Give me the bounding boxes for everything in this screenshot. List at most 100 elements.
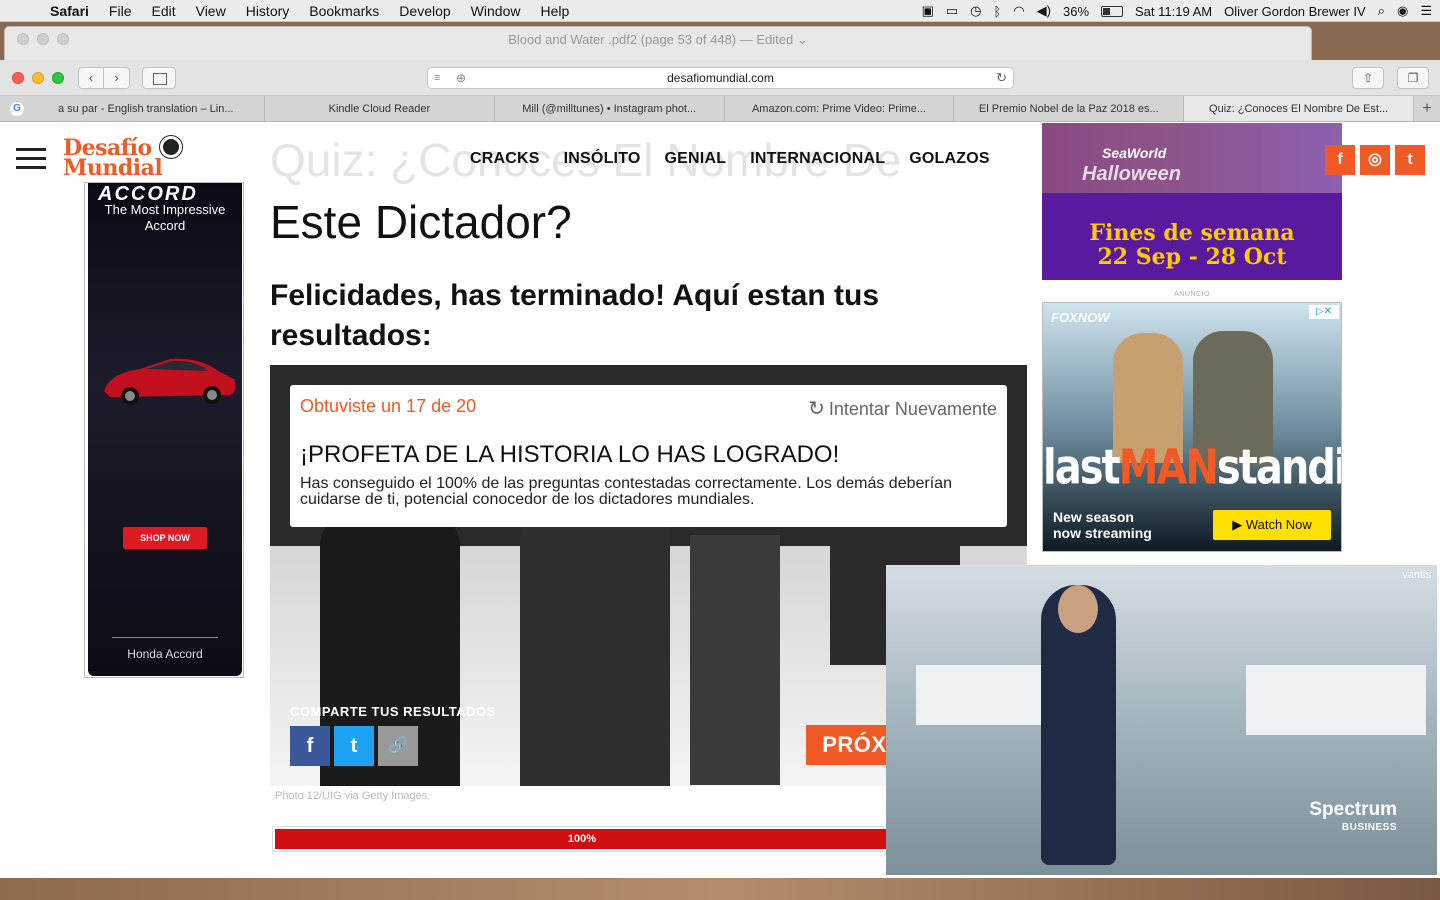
tab-instagram[interactable]: Mill (@milltunes) • Instagram phot... xyxy=(495,96,725,121)
share-facebook-icon[interactable]: f xyxy=(290,726,330,766)
result-description: Has conseguido el 100% de las preguntas … xyxy=(300,475,952,508)
desktop-background xyxy=(0,878,1440,900)
retry-button[interactable]: ↻ Intentar Nuevamente xyxy=(808,396,997,421)
shop-now-button[interactable]: SHOP NOW xyxy=(123,527,207,549)
share-button[interactable]: ⇧ xyxy=(1352,67,1384,89)
foxnow-ad[interactable]: FOXNOW ▷✕ lastMANstanding New seasonnow … xyxy=(1042,302,1342,552)
show-title: lastMANstanding xyxy=(1043,440,1342,496)
siri-icon[interactable]: ◉ xyxy=(1397,3,1408,19)
ad-label: ANUNCIO xyxy=(1174,291,1210,298)
video-source-logo: vantis xyxy=(1402,569,1431,581)
nav-golazos[interactable]: GOLAZOS xyxy=(909,150,990,168)
menu-edit[interactable]: Edit xyxy=(141,3,185,19)
seaworld-line2: 22 Sep - 28 Oct xyxy=(1097,244,1287,270)
volume-icon[interactable]: ◀) xyxy=(1037,3,1051,19)
address-bar[interactable]: ≡ ⊕ desafiomundial.com ↻ xyxy=(427,67,1014,89)
minimize-window-button[interactable] xyxy=(32,72,44,84)
tab-quiz-active[interactable]: Quiz: ¿Conoces El Nombre De Est... xyxy=(1184,96,1414,121)
nav-genial[interactable]: GENIAL xyxy=(665,150,727,168)
wifi-icon[interactable]: ◠ xyxy=(1013,3,1024,19)
history-nav: ‹ › xyxy=(78,67,130,89)
menu-develop[interactable]: Develop xyxy=(389,3,460,19)
forward-button[interactable]: › xyxy=(104,67,130,89)
menu-history[interactable]: History xyxy=(236,3,300,19)
reload-icon[interactable]: ↻ xyxy=(996,68,1007,88)
tab-linguee[interactable]: G a su par - English translation – Lin..… xyxy=(0,96,265,121)
web-page: Quiz: ¿Conoces El Nombre De Desafío Mund… xyxy=(0,123,1440,878)
time-machine-icon[interactable]: ◷ xyxy=(970,3,981,19)
tab-overview-button[interactable]: ❐ xyxy=(1397,67,1429,89)
score-text: Obtuviste un 17 de 20 xyxy=(300,396,477,416)
share-buttons: f t 🔗 xyxy=(290,726,418,766)
safari-toolbar: ‹ › ≡ ⊕ desafiomundial.com ↻ ⇧ ❐ xyxy=(0,60,1440,96)
menubar-status-area: ▣ ▭ ◷ ᛒ ◠ ◀) 36% Sat 11:19 AM Oliver Gor… xyxy=(922,0,1432,22)
nav-internacional[interactable]: INTERNACIONAL xyxy=(750,150,885,168)
share-label: COMPARTE TUS RESULTADOS xyxy=(290,704,496,719)
menu-file[interactable]: File xyxy=(99,3,142,19)
menu-hamburger-icon[interactable] xyxy=(16,148,46,175)
menu-view[interactable]: View xyxy=(186,3,236,19)
spectrum-logo: Spectrum BUSINESS xyxy=(1309,799,1397,833)
bluetooth-icon[interactable]: ᛒ xyxy=(994,4,1002,19)
safari-window: ‹ › ≡ ⊕ desafiomundial.com ↻ ⇧ ❐ G a su … xyxy=(0,60,1440,878)
mac-menubar: Safari File Edit View History Bookmarks … xyxy=(0,0,1440,22)
red-car-image xyxy=(104,358,236,405)
seaworld-line1: Fines de semana xyxy=(1089,220,1295,246)
menu-bookmarks[interactable]: Bookmarks xyxy=(299,3,389,19)
new-tab-button[interactable]: + xyxy=(1414,96,1440,121)
zoom-window-button[interactable] xyxy=(52,72,64,84)
main-nav: CRACKS INSÓLITO GENIAL INTERNACIONAL GOL… xyxy=(470,150,990,168)
close-window-button[interactable] xyxy=(12,72,24,84)
video-ad-player[interactable]: vantis Spectrum BUSINESS xyxy=(886,565,1437,875)
tab-nobel[interactable]: El Premio Nobel de la Paz 2018 es... xyxy=(954,96,1185,121)
clock[interactable]: Sat 11:19 AM xyxy=(1135,4,1212,19)
preview-window-title[interactable]: Blood and Water .pdf2 (page 53 of 448) —… xyxy=(5,32,1311,48)
instagram-icon[interactable]: ◎ xyxy=(1360,145,1390,175)
notification-center-icon[interactable]: ☰ xyxy=(1420,3,1432,19)
google-icon: G xyxy=(10,102,24,116)
quiz-progress-bar: 100% xyxy=(272,826,892,852)
article-title: Este Dictador? xyxy=(270,196,572,248)
menu-window[interactable]: Window xyxy=(461,3,531,19)
sidebar-toggle-button[interactable] xyxy=(142,67,176,89)
seaworld-event: Halloween xyxy=(1082,163,1181,185)
retry-icon: ↻ xyxy=(808,398,825,420)
share-twitter-icon[interactable]: t xyxy=(334,726,374,766)
window-controls xyxy=(12,72,64,84)
menu-safari[interactable]: Safari xyxy=(40,3,99,19)
tab-amazon[interactable]: Amazon.com: Prime Video: Prime... xyxy=(725,96,955,121)
battery-icon[interactable] xyxy=(1101,5,1124,17)
nav-cracks[interactable]: CRACKS xyxy=(470,150,540,168)
share-link-icon[interactable]: 🔗 xyxy=(378,726,418,766)
tab-kindle[interactable]: Kindle Cloud Reader xyxy=(265,96,495,121)
seaworld-ad[interactable]: SeaWorld Halloween Fines de semana 22 Se… xyxy=(1042,123,1342,280)
nav-insolito[interactable]: INSÓLITO xyxy=(564,150,641,168)
add-icon[interactable]: ⊕ xyxy=(456,68,466,88)
photo-credit: Photo 12/UIG via Getty Images. xyxy=(275,790,431,802)
social-links: f ◎ t xyxy=(1325,145,1425,175)
facebook-icon[interactable]: f xyxy=(1325,145,1355,175)
honda-ad[interactable]: ACCORD The Most Impressive Accord SHOP N… xyxy=(84,182,244,678)
seaworld-brand: SeaWorld xyxy=(1102,145,1167,161)
honda-ad-model: Honda Accord xyxy=(127,647,203,661)
results-subtitle: Felicidades, has terminado! Aquí estan t… xyxy=(270,279,880,352)
foxnow-brand: FOXNOW xyxy=(1051,310,1110,325)
airplay-icon[interactable]: ▭ xyxy=(946,3,958,19)
battery-percent[interactable]: 36% xyxy=(1063,4,1089,19)
result-card: Obtuviste un 17 de 20 ↻ Intentar Nuevamen… xyxy=(290,385,1007,527)
adchoices-icon[interactable]: ▷✕ xyxy=(1309,305,1339,319)
screen-record-icon[interactable]: ▣ xyxy=(922,3,934,19)
site-logo[interactable]: Desafío Mundial xyxy=(60,133,242,188)
twitter-icon[interactable]: t xyxy=(1395,145,1425,175)
result-heading: ¡PROFETA DE LA HISTORIA LO HAS LOGRADO! xyxy=(300,441,840,468)
url-text: desafiomundial.com xyxy=(667,71,774,85)
honda-ad-tagline: The Most Impressive Accord xyxy=(104,202,226,233)
back-button[interactable]: ‹ xyxy=(78,67,104,89)
progress-fill: 100% xyxy=(275,829,889,849)
fox-tagline: New season now streaming xyxy=(1053,509,1152,541)
menu-help[interactable]: Help xyxy=(530,3,579,19)
reader-view-icon[interactable]: ≡ xyxy=(434,68,440,88)
watch-now-button[interactable]: ▶ Watch Now xyxy=(1213,510,1331,540)
spotlight-search-icon[interactable]: ⌕ xyxy=(1378,3,1385,19)
user-name[interactable]: Oliver Gordon Brewer IV xyxy=(1224,4,1366,19)
